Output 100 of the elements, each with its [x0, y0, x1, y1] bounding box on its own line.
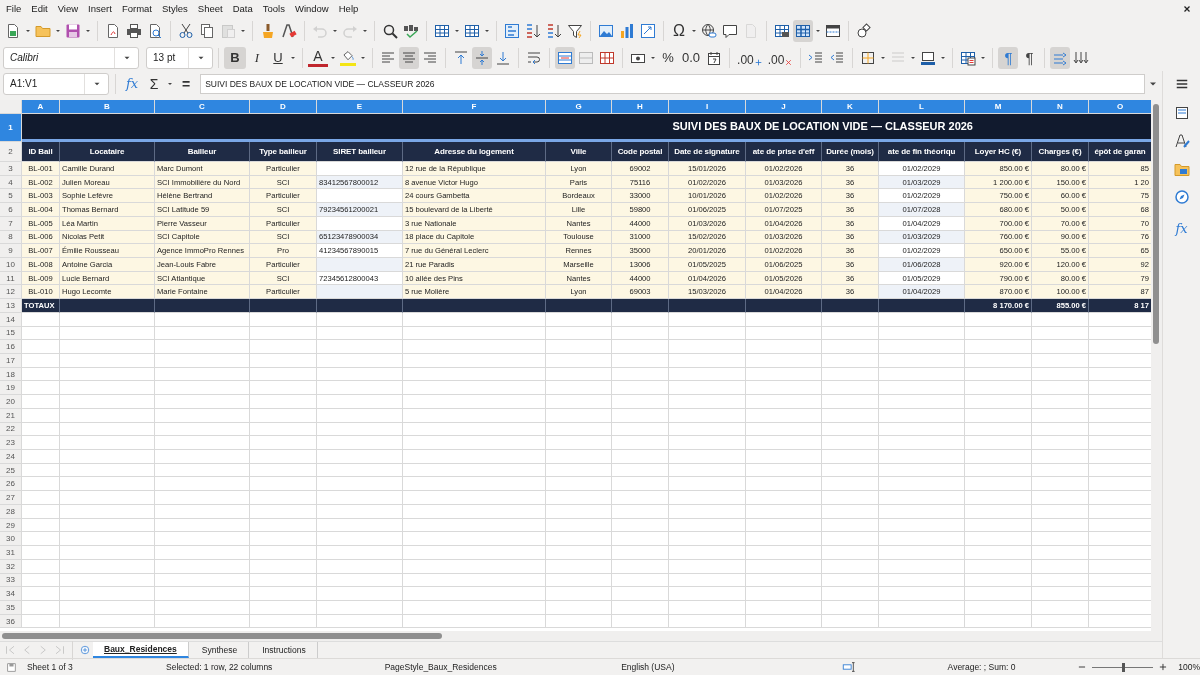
name-box[interactable]: A1:V1: [3, 72, 109, 95]
functions-button[interactable]: fx: [1171, 217, 1192, 239]
column-header[interactable]: G: [546, 99, 612, 114]
table-cell: [612, 491, 669, 505]
column-header[interactable]: C: [155, 99, 250, 114]
column-heading: ID Bail: [22, 141, 60, 162]
menu-item[interactable]: Help: [333, 3, 364, 14]
freeze-rows-columns-button[interactable]: [793, 19, 813, 42]
align-center-button[interactable]: [472, 46, 492, 69]
sheet-tab[interactable]: Instructions: [251, 642, 318, 658]
column-header[interactable]: E: [317, 99, 403, 114]
table-cell: [250, 587, 317, 601]
table-cell: [22, 532, 60, 547]
close-icon[interactable]: [1182, 3, 1192, 14]
menu-item[interactable]: Sheet: [192, 3, 228, 14]
column-header[interactable]: L: [879, 99, 965, 114]
row-header[interactable]: 13: [0, 299, 22, 313]
font-size-field[interactable]: 13 pt: [146, 46, 213, 69]
column-header[interactable]: H: [612, 99, 669, 114]
row-header[interactable]: 30: [0, 532, 22, 547]
merge-center-button[interactable]: [555, 46, 575, 69]
table-cell: [822, 436, 879, 451]
row-header[interactable]: 5: [0, 189, 22, 204]
add-sheet-icon[interactable]: [79, 644, 91, 656]
menu-item[interactable]: Window: [289, 3, 334, 14]
table-cell: [250, 299, 317, 313]
row-header[interactable]: 12: [0, 285, 22, 300]
menu-item[interactable]: View: [52, 3, 84, 14]
row-header[interactable]: 34: [0, 587, 22, 601]
column-header[interactable]: A: [22, 99, 60, 114]
table-cell: [612, 587, 669, 601]
table-cell: [612, 395, 669, 409]
column-header[interactable]: I: [669, 99, 746, 114]
row-header[interactable]: 27: [0, 491, 22, 505]
column-header[interactable]: J: [746, 99, 822, 114]
menu-item[interactable]: Insert: [83, 3, 117, 14]
table-cell: [612, 299, 669, 313]
menu-item[interactable]: File: [1, 3, 27, 14]
menu-icon[interactable]: [1174, 77, 1189, 91]
navigator-icon[interactable]: [1173, 189, 1190, 205]
zoom-slider-thumb[interactable]: [1121, 662, 1125, 672]
styles-icon[interactable]: [1173, 133, 1190, 149]
row-header[interactable]: 2: [0, 141, 22, 162]
column-header[interactable]: K: [822, 99, 879, 114]
bold-button[interactable]: B: [224, 46, 246, 69]
formula-input-field[interactable]: SUIVI DES BAUX DE LOCATION VIDE — CLASSEUR 2026: [200, 73, 1145, 94]
table-cell: [822, 532, 879, 547]
title-banner: SUIVI DES BAUX DE LOCATION VIDE — CLASSEUR 2026: [22, 113, 1151, 142]
font-name-field[interactable]: Calibri: [3, 46, 139, 69]
sum-button[interactable]: Σ: [144, 72, 165, 95]
row-header[interactable]: 31: [0, 546, 22, 560]
delete-decimal-button[interactable]: .00: [765, 46, 796, 69]
table-cell: [1032, 340, 1089, 354]
gallery-icon[interactable]: [1173, 161, 1190, 177]
add-decimal-button[interactable]: .00: [735, 46, 765, 69]
globe-link-icon: [701, 22, 717, 39]
menu-item[interactable]: Tools: [257, 3, 290, 14]
zoom-in-icon[interactable]: [1158, 662, 1169, 672]
scrollbar-thumb[interactable]: [2, 633, 442, 639]
right-to-left-button[interactable]: ¶: [1019, 46, 1040, 69]
special-character-button[interactable]: Ω: [669, 19, 689, 42]
table-cell: [250, 450, 317, 464]
row-header[interactable]: 1: [0, 113, 22, 142]
document-icon: [743, 22, 759, 39]
menu-item[interactable]: Data: [227, 3, 258, 14]
column-heading: Bailleur: [155, 141, 250, 162]
row-header[interactable]: 16: [0, 340, 22, 354]
column-header[interactable]: N: [1032, 99, 1089, 114]
column-header[interactable]: M: [965, 99, 1032, 114]
number-format-button[interactable]: 0.0: [679, 46, 704, 69]
properties-icon[interactable]: [1173, 105, 1190, 121]
function-wizard-button[interactable]: fx: [122, 72, 143, 95]
merge-cells-icon: [557, 49, 573, 66]
formula-button[interactable]: =: [176, 72, 197, 95]
column-header[interactable]: O: [1089, 99, 1151, 114]
row-header[interactable]: 17: [0, 354, 22, 368]
column-header[interactable]: F: [403, 99, 546, 114]
scrollbar-thumb[interactable]: [1153, 103, 1159, 344]
row-header[interactable]: 19: [0, 381, 22, 396]
merge-cells-icon: [578, 49, 594, 66]
row-header[interactable]: 6: [0, 203, 22, 217]
zoom-level: 100%: [1178, 662, 1200, 672]
sheet-tab[interactable]: Baux_Residences: [93, 642, 189, 658]
table-cell: [612, 340, 669, 354]
row-header[interactable]: 26: [0, 477, 22, 492]
sheet-tab[interactable]: Synthese: [190, 642, 250, 658]
menu-item[interactable]: Styles: [156, 3, 193, 14]
row-header[interactable]: 23: [0, 436, 22, 451]
menu-item[interactable]: Edit: [26, 3, 53, 14]
row-header[interactable]: 24: [0, 450, 22, 464]
column-header[interactable]: D: [250, 99, 317, 114]
row-header[interactable]: 20: [0, 395, 22, 409]
italic-button[interactable]: I: [247, 46, 267, 69]
font-color-button[interactable]: A: [308, 48, 328, 67]
underline-button[interactable]: U: [268, 46, 288, 69]
column-header[interactable]: B: [60, 99, 155, 114]
percent-button[interactable]: %: [658, 46, 678, 69]
table-cell: [546, 450, 612, 464]
menu-item[interactable]: Format: [116, 3, 157, 14]
row-header[interactable]: 9: [0, 244, 22, 258]
